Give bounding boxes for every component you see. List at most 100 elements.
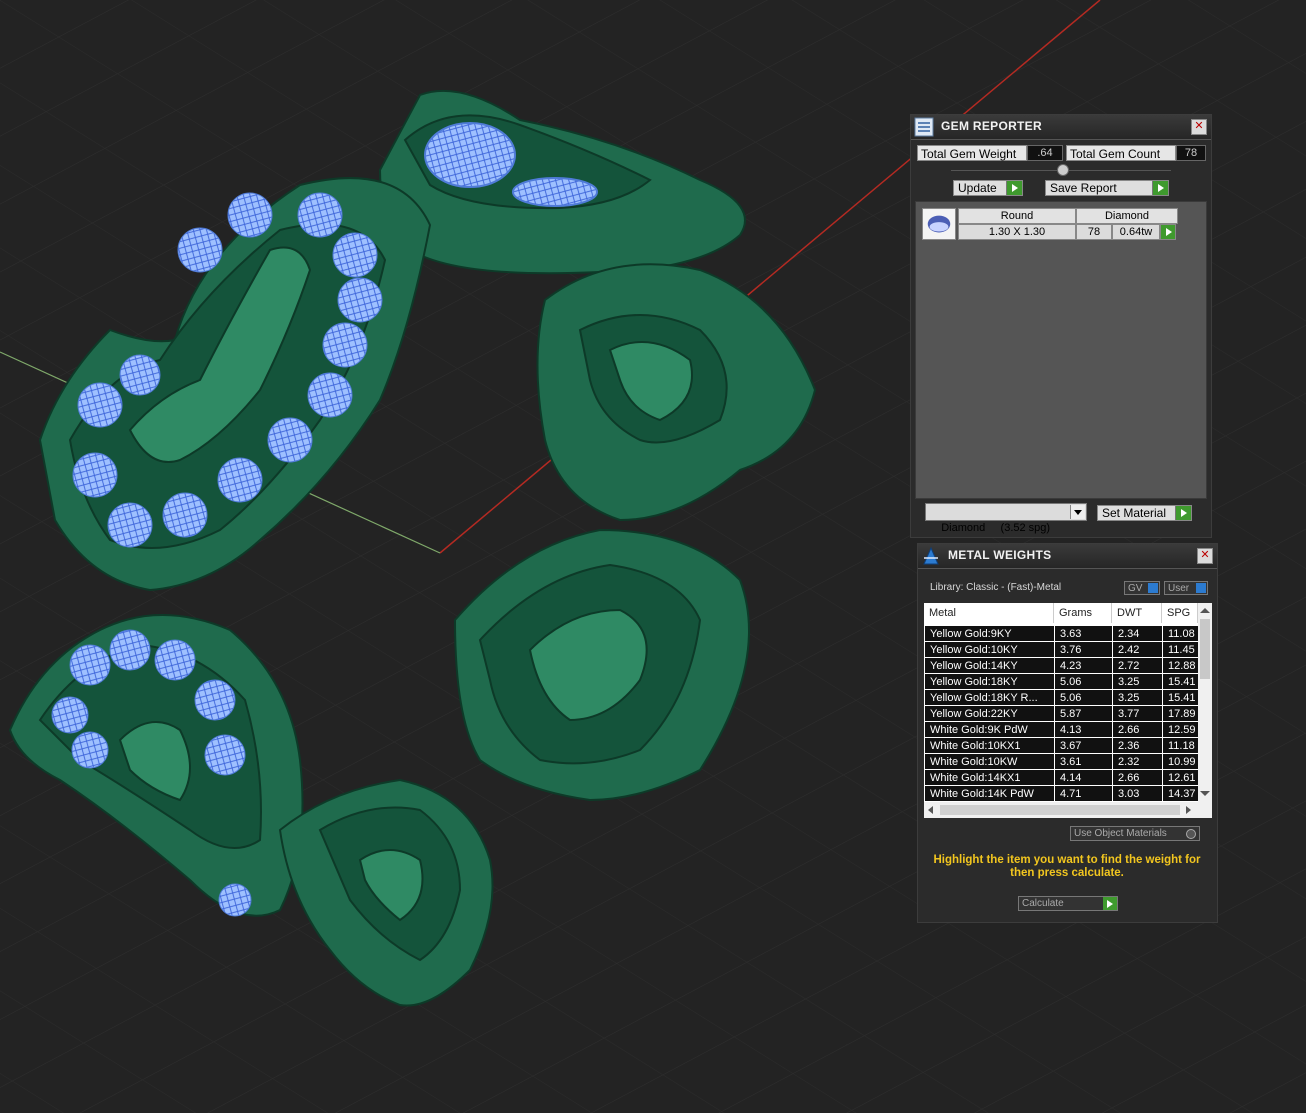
metal-weights-titlebar[interactable]: METAL WEIGHTS ✕ bbox=[918, 544, 1217, 569]
spg-cell: 11.08 bbox=[1163, 626, 1198, 641]
user-toggle[interactable]: User bbox=[1164, 581, 1208, 595]
dwt-cell: 3.25 bbox=[1113, 674, 1162, 689]
set-material-button[interactable]: Set Material bbox=[1097, 505, 1192, 521]
table-row[interactable]: Yellow Gold:22KY 5.87 3.77 17.89 bbox=[924, 706, 1198, 722]
metal-name-cell: White Gold:10KW bbox=[925, 754, 1054, 769]
table-row[interactable]: Yellow Gold:18KY 5.06 3.25 15.41 bbox=[924, 674, 1198, 690]
scroll-thumb[interactable] bbox=[940, 805, 1180, 815]
update-label: Update bbox=[958, 181, 997, 195]
table-row[interactable]: Yellow Gold:9KY 3.63 2.34 11.08 bbox=[924, 626, 1198, 642]
gv-toggle[interactable]: GV bbox=[1124, 581, 1160, 595]
gem-reporter-titlebar[interactable]: GEM REPORTER ✕ bbox=[911, 115, 1211, 140]
total-gem-count-value: 78 bbox=[1176, 145, 1206, 161]
col-spg-header[interactable]: SPG bbox=[1162, 603, 1198, 623]
gv-label: GV bbox=[1128, 583, 1143, 594]
scroll-down-icon[interactable] bbox=[1200, 791, 1210, 796]
material-select[interactable]: Diamond (3.52 spg) bbox=[925, 503, 1087, 534]
hint-text: Highlight the item you want to find the … bbox=[933, 854, 1201, 879]
save-report-label: Save Report bbox=[1050, 181, 1117, 195]
grams-cell: 3.63 bbox=[1055, 626, 1112, 641]
gem-list: Round Diamond 1.30 X 1.30 78 0.64tw bbox=[915, 201, 1207, 499]
table-row[interactable]: White Gold:14KX1 4.14 2.66 12.61 bbox=[924, 770, 1198, 786]
dwt-cell: 3.77 bbox=[1113, 706, 1162, 721]
play-arrow-icon bbox=[1175, 506, 1191, 520]
play-arrow-icon bbox=[1006, 181, 1022, 195]
spg-cell: 14.37 bbox=[1163, 786, 1198, 801]
grams-cell: 3.76 bbox=[1055, 642, 1112, 657]
dwt-cell: 2.32 bbox=[1113, 754, 1162, 769]
grams-cell: 4.14 bbox=[1055, 770, 1112, 785]
metal-table: Metal Grams DWT SPG Yellow Gold:9KY 3.63 2… bbox=[924, 603, 1212, 818]
dwt-cell: 2.36 bbox=[1113, 738, 1162, 753]
use-object-materials-toggle[interactable]: Use Object Materials bbox=[1070, 826, 1200, 841]
gem-weight: 0.64tw bbox=[1112, 224, 1160, 240]
grams-cell: 3.67 bbox=[1055, 738, 1112, 753]
grams-cell: 5.06 bbox=[1055, 674, 1112, 689]
col-grams-header[interactable]: Grams bbox=[1054, 603, 1112, 623]
toggle-indicator-icon bbox=[1148, 583, 1158, 593]
radio-icon bbox=[1186, 829, 1196, 839]
metal-weights-panel: METAL WEIGHTS ✕ Library: Classic - (Fast… bbox=[917, 543, 1218, 923]
scroll-up-icon[interactable] bbox=[1200, 608, 1210, 613]
metal-name-cell: Yellow Gold:9KY bbox=[925, 626, 1054, 641]
grams-cell: 5.06 bbox=[1055, 690, 1112, 705]
material-select-value: Diamond (3.52 spg) bbox=[941, 522, 1051, 534]
save-report-button[interactable]: Save Report bbox=[1045, 180, 1169, 196]
table-row[interactable]: Yellow Gold:10KY 3.76 2.42 11.45 bbox=[924, 642, 1198, 658]
metal-name-cell: Yellow Gold:14KY bbox=[925, 658, 1054, 673]
toggle-indicator-icon bbox=[1196, 583, 1206, 593]
grams-cell: 4.13 bbox=[1055, 722, 1112, 737]
horizontal-scrollbar[interactable] bbox=[924, 802, 1212, 818]
spg-cell: 12.61 bbox=[1163, 770, 1198, 785]
gem-reporter-title: GEM REPORTER bbox=[941, 119, 1042, 133]
splitter-handle-icon[interactable] bbox=[1057, 164, 1069, 176]
scroll-right-icon[interactable] bbox=[1186, 806, 1191, 814]
gem-size: 1.30 X 1.30 bbox=[958, 224, 1076, 240]
play-arrow-icon bbox=[1103, 897, 1117, 910]
grams-cell: 3.61 bbox=[1055, 754, 1112, 769]
table-row[interactable]: White Gold:10KW 3.61 2.32 10.99 bbox=[924, 754, 1198, 770]
gem-row-go-button[interactable] bbox=[1160, 224, 1176, 240]
library-label: Library: Classic - (Fast)-Metal bbox=[930, 582, 1062, 593]
spg-cell: 12.88 bbox=[1163, 658, 1198, 673]
vertical-scrollbar[interactable] bbox=[1198, 603, 1212, 802]
table-row[interactable]: Yellow Gold:18KY R... 5.06 3.25 15.41 bbox=[924, 690, 1198, 706]
table-row[interactable]: White Gold:9K PdW 4.13 2.66 12.59 bbox=[924, 722, 1198, 738]
spg-cell: 12.59 bbox=[1163, 722, 1198, 737]
calculate-button[interactable]: Calculate bbox=[1018, 896, 1118, 911]
chevron-down-icon[interactable] bbox=[1070, 505, 1085, 519]
gem-row[interactable]: Round Diamond 1.30 X 1.30 78 0.64tw bbox=[922, 208, 1178, 240]
grams-cell: 4.71 bbox=[1055, 786, 1112, 801]
user-label: User bbox=[1168, 583, 1190, 594]
metal-name-cell: Yellow Gold:10KY bbox=[925, 642, 1054, 657]
col-metal-header[interactable]: Metal bbox=[924, 603, 1054, 623]
spg-cell: 11.45 bbox=[1163, 642, 1198, 657]
col-dwt-header[interactable]: DWT bbox=[1112, 603, 1162, 623]
gem-reporter-panel: GEM REPORTER ✕ Total Gem Weight .64 Tota… bbox=[910, 114, 1212, 538]
table-row[interactable]: White Gold:14K PdW 4.71 3.03 14.37 bbox=[924, 786, 1198, 802]
gem-reporter-icon bbox=[914, 117, 934, 137]
total-gem-weight-label: Total Gem Weight bbox=[917, 145, 1027, 161]
gem-count: 78 bbox=[1076, 224, 1112, 240]
table-row[interactable]: White Gold:10KX1 3.67 2.36 11.18 bbox=[924, 738, 1198, 754]
total-gem-count-label: Total Gem Count bbox=[1066, 145, 1176, 161]
dwt-cell: 3.25 bbox=[1113, 690, 1162, 705]
use-object-materials-label: Use Object Materials bbox=[1074, 828, 1167, 839]
close-icon[interactable]: ✕ bbox=[1191, 119, 1207, 135]
dwt-cell: 2.42 bbox=[1113, 642, 1162, 657]
metal-name-cell: White Gold:14K PdW bbox=[925, 786, 1054, 801]
scroll-thumb[interactable] bbox=[1200, 619, 1210, 679]
spg-cell: 17.89 bbox=[1163, 706, 1198, 721]
close-icon[interactable]: ✕ bbox=[1197, 548, 1213, 564]
dwt-cell: 3.03 bbox=[1113, 786, 1162, 801]
update-button[interactable]: Update bbox=[953, 180, 1023, 196]
metal-name-cell: White Gold:14KX1 bbox=[925, 770, 1054, 785]
spg-cell: 11.18 bbox=[1163, 738, 1198, 753]
grams-cell: 4.23 bbox=[1055, 658, 1112, 673]
table-row[interactable]: Yellow Gold:14KY 4.23 2.72 12.88 bbox=[924, 658, 1198, 674]
metal-weights-title: METAL WEIGHTS bbox=[948, 548, 1052, 562]
metal-name-cell: Yellow Gold:18KY R... bbox=[925, 690, 1054, 705]
metal-name-cell: White Gold:10KX1 bbox=[925, 738, 1054, 753]
play-arrow-icon bbox=[1152, 181, 1168, 195]
scroll-left-icon[interactable] bbox=[928, 806, 933, 814]
